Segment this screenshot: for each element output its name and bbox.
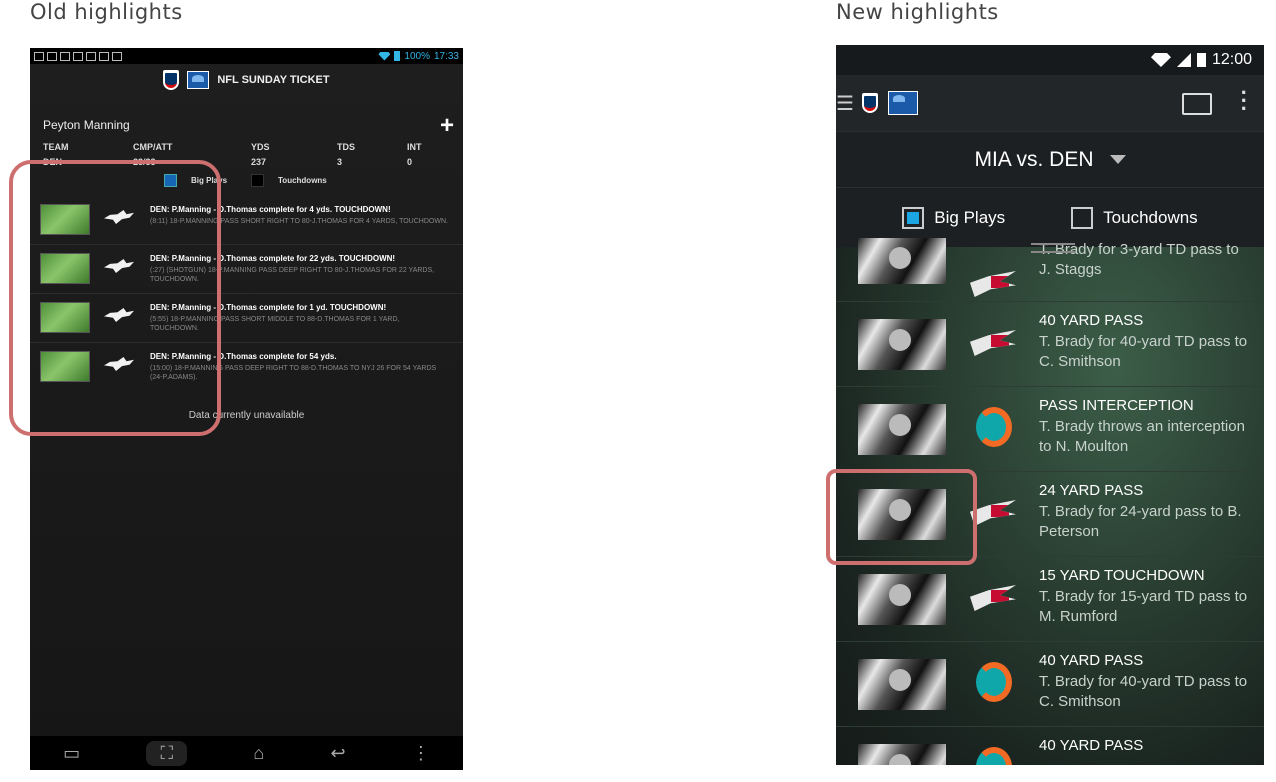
recent-apps-icon[interactable]: ▭ [63,743,80,764]
stats-header: TEAM [43,142,69,152]
play-thumbnail[interactable] [858,574,946,625]
stats-header-row: TEAM CMP/ATT YDS TDS INT [43,142,453,157]
play-title: 24 YARD PASS [1039,482,1144,499]
game-title: MIA vs. DEN [974,147,1094,171]
stats-header: TDS [337,142,355,152]
play-title: 15 YARD TOUCHDOWN [1039,567,1205,584]
status-bar: 12:00 [836,45,1264,75]
battery-icon [1196,53,1206,67]
home-icon[interactable]: ⌂ [253,743,264,764]
app-toolbar: ☰ · · · [836,75,1264,131]
stats-header: CMP/ATT [133,142,173,152]
patriots-logo-icon [970,271,1016,297]
play-title: 40 YARD PASS [1039,652,1144,669]
play-row[interactable]: 40 YARD PASS [836,727,1264,765]
play-row[interactable]: 40 YARD PASS T. Brady for 40-yard TD pas… [836,302,1264,387]
app-header: NFL SUNDAY TICKET [30,64,463,96]
stats-value: 237 [251,157,267,167]
stats-value: 0 [407,157,413,167]
stats-header: INT [407,142,422,152]
highlight-outline-old [9,160,221,436]
hamburger-menu-icon[interactable]: ☰ [836,91,854,116]
back-icon[interactable]: ↩ [330,743,345,764]
patriots-logo-icon [970,330,1016,356]
touchdowns-checkbox[interactable] [1071,206,1094,229]
play-row[interactable]: 40 YARD PASS T. Brady for 40-yard TD pas… [836,642,1264,727]
notification-icons [34,51,122,61]
play-thumbnail[interactable] [858,659,946,710]
stats-header: YDS [251,142,270,152]
dolphins-logo-icon [976,662,1012,702]
new-phone-screen: 12:00 ☰ · · · MIA vs. DEN Big Plays Touchd… [836,45,1264,765]
add-plus-icon[interactable]: + [440,112,454,140]
chevron-down-icon[interactable] [1109,155,1126,164]
patriots-logo-icon [970,585,1016,611]
touchdowns-label: Touchdowns [278,176,327,185]
screenshot-icon[interactable]: ⛶ [146,740,188,766]
play-description: T. Brady throws an interception to N. Mo… [1039,418,1245,455]
big-plays-filter[interactable]: Big Plays [902,206,1006,229]
play-thumbnail[interactable] [858,404,946,455]
nfl-shield-icon [163,70,180,90]
directv-logo-icon [187,71,210,89]
wifi-icon [378,51,391,61]
play-thumbnail[interactable] [858,744,946,765]
status-time: 17:33 [433,50,459,62]
directv-logo-icon [887,91,918,115]
highlight-outline-new [826,469,977,565]
cast-icon[interactable] [1182,93,1212,115]
new-highlights-caption: New highlights [836,0,999,24]
battery-icon [394,51,401,61]
dolphins-logo-icon [976,407,1012,447]
game-selector[interactable]: MIA vs. DEN [836,131,1264,187]
touchdowns-filter[interactable]: Touchdowns [1071,206,1198,229]
player-name: Peyton Manning [43,118,130,132]
play-description: T. Brady for 24-yard pass to B. Peterson [1039,503,1242,540]
dolphins-logo-icon [976,747,1012,765]
wifi-icon [1150,53,1171,67]
battery-level: 100% [404,50,430,62]
status-bar: 100% 17:33 [30,48,463,64]
nfl-shield-icon [861,93,878,113]
status-time: 12:00 [1211,51,1252,68]
android-nav-bar: ▭ ⛶ ⌂ ↩ ⋮ [30,736,463,770]
play-description: T. Brady for 40-yard TD pass to C. Smith… [1039,673,1248,710]
play-thumbnail[interactable] [858,319,946,370]
play-thumbnail[interactable] [858,238,946,284]
touchdowns-checkbox[interactable] [251,174,265,187]
play-description: T. Brady for 40-yard TD pass to C. Smith… [1039,333,1248,370]
play-title: 40 YARD PASS [1039,737,1144,754]
touchdowns-label: Touchdowns [1103,207,1198,227]
overflow-menu-icon[interactable]: ⋮ [412,743,430,764]
stats-value: 3 [337,157,343,167]
big-plays-checkbox[interactable] [902,206,925,229]
play-row[interactable]: 15 YARD TOUCHDOWN T. Brady for 15-yard T… [836,557,1264,642]
overflow-menu-icon[interactable]: · · · [1241,82,1248,120]
play-title: 40 YARD PASS [1039,312,1144,329]
play-row[interactable]: PASS INTERCEPTION T. Brady throws an int… [836,387,1264,472]
drag-handle[interactable] [1031,243,1075,253]
app-brand-title: NFL SUNDAY TICKET [217,74,330,86]
signal-icon [1176,53,1191,67]
play-title: PASS INTERCEPTION [1039,397,1194,414]
play-description: T. Brady for 15-yard TD pass to M. Rumfo… [1039,588,1248,625]
big-plays-label: Big Plays [934,207,1006,227]
old-highlights-caption: Old highlights [30,0,183,24]
